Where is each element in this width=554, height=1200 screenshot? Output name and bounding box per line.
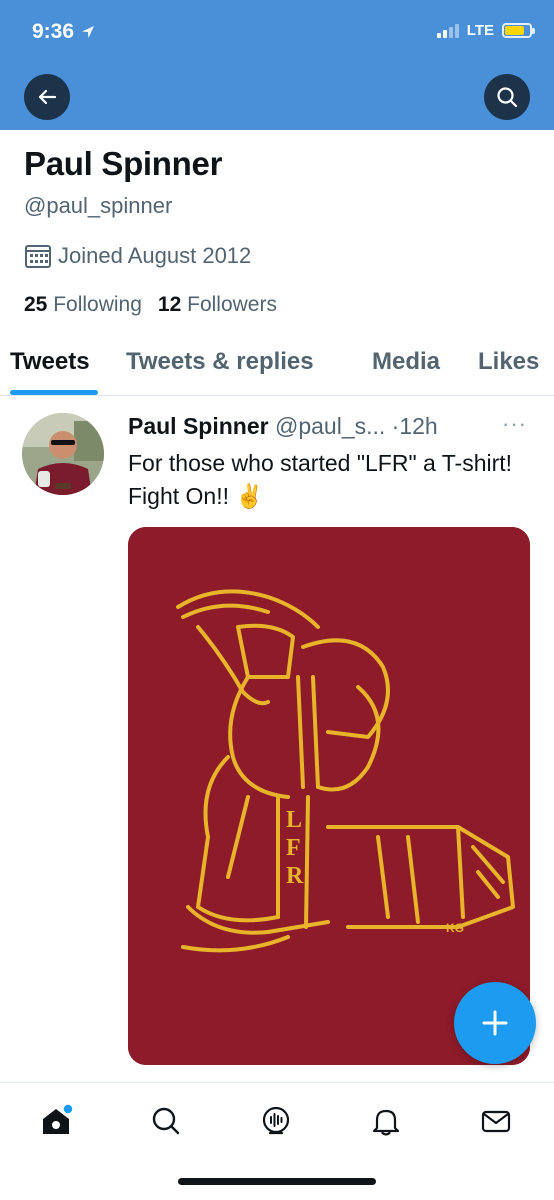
location-arrow-icon xyxy=(82,26,95,38)
active-tab-indicator xyxy=(10,390,98,395)
spaces-icon xyxy=(262,1106,290,1135)
tab-media[interactable]: Media xyxy=(372,348,440,376)
profile-display-name: Paul Spinner xyxy=(24,145,223,182)
compose-tweet-button[interactable] xyxy=(454,982,536,1064)
plus-icon xyxy=(482,1010,508,1036)
home-icon xyxy=(43,1104,73,1134)
nav-home[interactable] xyxy=(36,1101,76,1141)
profile-tabs: Tweets Tweets & replies Media Likes xyxy=(0,338,554,396)
search-icon xyxy=(152,1107,180,1135)
nav-notifications[interactable] xyxy=(366,1101,406,1141)
nav-spaces[interactable] xyxy=(256,1101,296,1141)
profile-handle: @paul_spinner xyxy=(24,193,173,218)
signal-icon xyxy=(436,23,459,38)
mail-icon xyxy=(481,1110,511,1133)
network-label: LTE xyxy=(466,22,494,39)
media-signature: KG xyxy=(446,921,464,935)
arrow-left-icon xyxy=(38,89,57,105)
tweet-author-name[interactable]: Paul Spinner xyxy=(128,413,269,439)
calendar-icon xyxy=(25,245,51,268)
tweet-header: Paul Spinner @paul_s... ·12h xyxy=(128,413,438,440)
status-time-text: 9:36 xyxy=(32,20,75,43)
tab-tweets-replies[interactable]: Tweets & replies xyxy=(126,348,314,376)
following-label: Following xyxy=(53,293,142,316)
search-button[interactable] xyxy=(484,74,530,120)
avatar[interactable] xyxy=(22,413,104,495)
profile-info: Paul Spinner @paul_spinner Joined August… xyxy=(24,145,554,317)
back-button[interactable] xyxy=(24,74,70,120)
tweet-text: For those who started "LFR" a T-shirt! F… xyxy=(128,450,513,509)
status-time: 9:36 xyxy=(32,20,96,44)
media-letter-f: F xyxy=(286,835,301,861)
follow-stats: 25 Following 12 Followers xyxy=(24,293,554,317)
following-count: 25 xyxy=(24,293,48,316)
more-options-icon[interactable]: ··· xyxy=(502,411,527,437)
joined-text: Joined August 2012 xyxy=(58,243,252,268)
media-letter-l: L xyxy=(286,807,302,833)
nav-search[interactable] xyxy=(146,1101,186,1141)
tweet-author-handle[interactable]: @paul_s... xyxy=(275,413,385,439)
profile-header-banner: 9:36 LTE xyxy=(0,0,554,130)
tweet-time[interactable]: 12h xyxy=(399,413,437,439)
tab-likes[interactable]: Likes xyxy=(478,348,539,376)
search-icon xyxy=(497,87,518,108)
bell-icon xyxy=(372,1109,400,1136)
home-indicator xyxy=(178,1178,376,1185)
nav-messages[interactable] xyxy=(476,1101,516,1141)
tab-tweets[interactable]: Tweets xyxy=(10,348,90,376)
joined-date: Joined August 2012 xyxy=(24,243,554,269)
followers-label: Followers xyxy=(187,293,277,316)
battery-icon xyxy=(502,23,535,38)
media-letter-r: R xyxy=(286,863,304,889)
followers-link[interactable]: 12 Followers xyxy=(158,293,277,317)
following-link[interactable]: 25 Following xyxy=(24,293,142,317)
tweet-media-image[interactable]: L F R KG xyxy=(128,527,530,1065)
followers-count: 12 xyxy=(157,293,182,316)
status-indicators: LTE xyxy=(436,22,535,39)
